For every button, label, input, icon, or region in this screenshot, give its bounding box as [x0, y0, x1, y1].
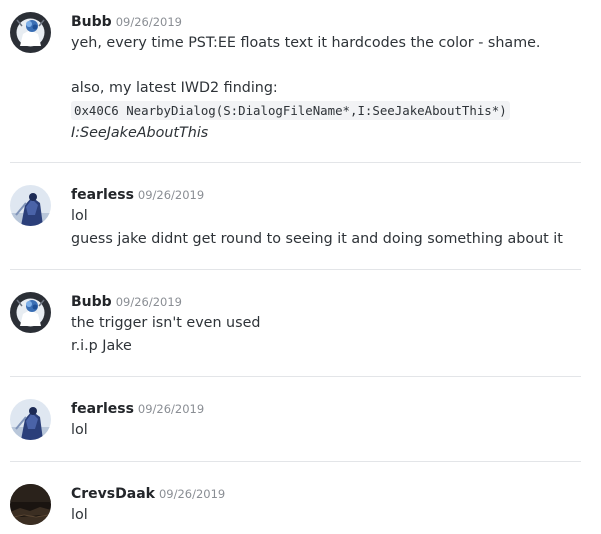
chat-log: Bubb 09/26/2019 yeh, every time PST:EE fl… [0, 0, 601, 534]
username[interactable]: fearless [71, 401, 134, 417]
message-italic-text: I:SeeJakeAboutThis [71, 125, 209, 141]
message-body: fearless 09/26/2019 lol guess jake didnt … [71, 183, 591, 250]
dark-landscape-avatar-icon [10, 484, 51, 525]
message-divider [10, 376, 581, 377]
avatar[interactable] [10, 12, 51, 53]
username[interactable]: Bubb [71, 14, 112, 30]
message-divider [10, 269, 581, 270]
message-body: CrevsDaak 09/26/2019 lol [71, 482, 591, 527]
blue-flower-avatar-icon [10, 292, 51, 333]
message-header: fearless 09/26/2019 [71, 397, 591, 419]
message-header: fearless 09/26/2019 [71, 183, 591, 205]
timestamp: 09/26/2019 [115, 295, 182, 309]
message-text: lol [71, 422, 88, 438]
timestamp: 09/26/2019 [115, 15, 182, 29]
inline-code: 0x40C6 NearbyDialog(S:DialogFileName*,I:… [71, 100, 510, 120]
avatar[interactable] [10, 292, 51, 333]
avatar[interactable] [10, 484, 51, 525]
message-text: the trigger isn't even used [71, 315, 261, 331]
timestamp: 09/26/2019 [137, 402, 205, 416]
message-body: fearless 09/26/2019 lol [71, 397, 591, 442]
message-text: lol [71, 208, 88, 224]
message-text: yeh, every time PST:EE floats text it ha… [71, 35, 541, 51]
message-header: Bubb 09/26/2019 [71, 290, 591, 312]
username[interactable]: fearless [71, 187, 134, 203]
message-divider [10, 162, 581, 163]
blue-flower-avatar-icon [10, 12, 51, 53]
message-text: lol [71, 507, 88, 523]
timestamp: 09/26/2019 [158, 487, 226, 501]
username[interactable]: Bubb [71, 294, 112, 310]
message-body: Bubb 09/26/2019 yeh, every time PST:EE fl… [71, 10, 591, 145]
message-body: Bubb 09/26/2019 the trigger isn't even us… [71, 290, 591, 357]
message-header: Bubb 09/26/2019 [71, 10, 591, 32]
message-header: CrevsDaak 09/26/2019 [71, 482, 591, 504]
avatar[interactable] [10, 185, 51, 226]
message-code-line: 0x40C6 NearbyDialog(S:DialogFileName*,I:… [71, 100, 591, 123]
armored-figure-avatar-icon [10, 185, 51, 226]
timestamp: 09/26/2019 [137, 188, 205, 202]
username[interactable]: CrevsDaak [71, 486, 155, 502]
message-text: guess jake didnt get round to seeing it … [71, 230, 563, 247]
message-text: r.i.p Jake [71, 337, 132, 354]
message-text: also, my latest IWD2 finding: [71, 80, 278, 96]
armored-figure-avatar-icon [10, 399, 51, 440]
message-divider [10, 461, 581, 462]
avatar[interactable] [10, 399, 51, 440]
